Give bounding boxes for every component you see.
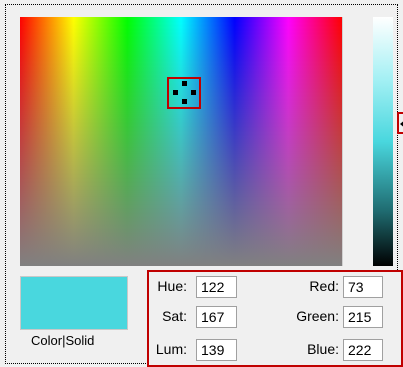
crosshair-dot-right — [191, 90, 196, 95]
sat-input[interactable] — [196, 306, 237, 328]
color-preview-swatch — [20, 276, 128, 330]
hue-label: Hue: — [157, 278, 187, 294]
blue-input[interactable] — [343, 339, 383, 361]
color-spectrum[interactable] — [20, 17, 343, 266]
luminosity-slider[interactable] — [373, 17, 393, 266]
lum-input[interactable] — [196, 339, 237, 361]
red-input[interactable] — [343, 276, 383, 298]
spectrum-selector-crosshair[interactable] — [167, 77, 201, 109]
color-preview-label: Color|Solid — [31, 333, 95, 348]
green-input[interactable] — [343, 306, 383, 328]
green-label: Green: — [296, 308, 339, 324]
crosshair-dot-left — [173, 90, 178, 95]
sat-label: Sat: — [162, 308, 187, 324]
red-label: Red: — [309, 278, 339, 294]
crosshair-dot-top — [182, 81, 187, 86]
crosshair-dot-bottom — [182, 99, 187, 104]
hue-input[interactable] — [196, 276, 237, 298]
lum-label: Lum: — [155, 341, 187, 357]
blue-label: Blue: — [307, 341, 339, 357]
luminosity-slider-handle[interactable] — [397, 112, 403, 134]
color-values-panel: Hue: Sat: Lum: Red: Green: Blue: — [147, 270, 403, 367]
